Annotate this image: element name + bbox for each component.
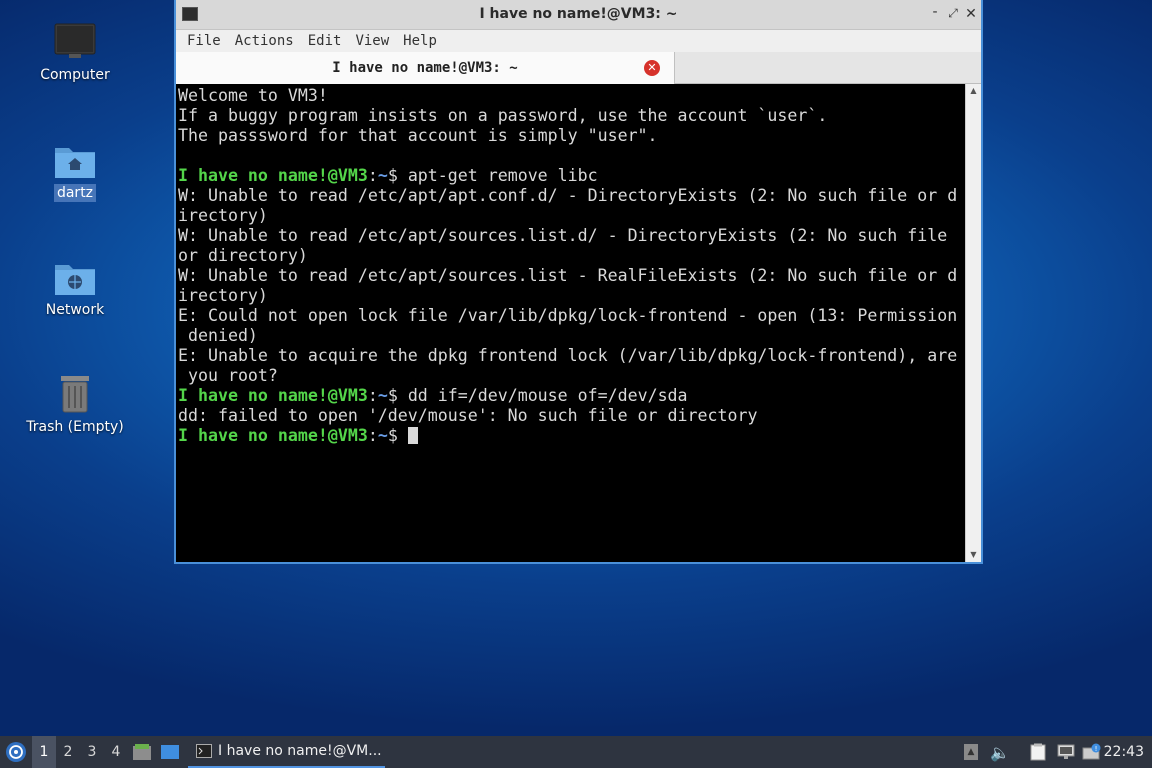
clipboard-button[interactable]: [1026, 736, 1050, 768]
desktop-icon-network[interactable]: Network: [20, 257, 130, 319]
prompt-path: ~: [377, 166, 388, 185]
taskbar: 1 2 3 4 I have no name!@VM... ▲ 🔈 ! 22:4…: [0, 736, 1152, 768]
desktop-icon-label: Network: [45, 302, 105, 318]
tab-close-icon[interactable]: ✕: [644, 60, 660, 76]
terminal-line: The passsword for that account is simply…: [178, 126, 658, 145]
terminal-line: irectory): [178, 206, 268, 225]
terminal-tab[interactable]: I have no name!@VM3: ~ ✕: [176, 52, 675, 84]
workspace-4[interactable]: 4: [104, 736, 128, 768]
terminal-line: W: Unable to read /etc/apt/sources.list …: [178, 266, 958, 285]
desktop-icon-computer[interactable]: Computer: [20, 22, 130, 84]
desktop-icon: [161, 745, 179, 759]
tab-label: I have no name!@VM3: ~: [332, 60, 518, 76]
menu-file[interactable]: File: [180, 33, 228, 49]
prompt-user: I have no name!@VM3: [178, 166, 368, 185]
show-desktop-launcher[interactable]: [156, 736, 184, 768]
prompt-separator: :: [367, 426, 378, 445]
file-manager-icon: [133, 744, 151, 760]
prompt-path: ~: [377, 386, 388, 405]
tray-expand-button[interactable]: ▲: [962, 736, 980, 768]
terminal-line: or directory): [178, 246, 308, 265]
app-menu-button[interactable]: [0, 736, 32, 768]
maximize-icon[interactable]: ⤢: [945, 6, 961, 21]
notifications-button[interactable]: !: [1080, 736, 1104, 768]
update-notifier-icon: !: [1082, 743, 1101, 760]
prompt-user: I have no name!@VM3: [178, 426, 368, 445]
terminal-line: E: Unable to acquire the dpkg frontend l…: [178, 346, 958, 365]
terminal-line: Welcome to VM3!: [178, 86, 328, 105]
prompt-dollar: $: [387, 426, 408, 445]
network-wired-icon: [1057, 744, 1075, 759]
terminal-line: If a buggy program insists on a password…: [178, 106, 828, 125]
terminal-output[interactable]: Welcome to VM3! If a buggy program insis…: [176, 84, 965, 562]
prompt-dollar: $: [387, 386, 408, 405]
svg-text:!: !: [1095, 745, 1098, 753]
prompt-path: ~: [377, 426, 388, 445]
menubar: File Actions Edit View Help: [176, 30, 981, 52]
tray-up-arrow-icon: ▲: [964, 744, 978, 760]
scroll-up-icon[interactable]: ▲: [966, 84, 981, 98]
terminal-line: irectory): [178, 286, 268, 305]
workspace-1[interactable]: 1: [32, 736, 56, 768]
workspace-2[interactable]: 2: [56, 736, 80, 768]
terminal-line: E: Could not open lock file /var/lib/dpk…: [178, 306, 958, 325]
clipboard-icon: [1030, 743, 1046, 761]
terminal-line: you root?: [178, 366, 278, 385]
minimize-icon[interactable]: ‐: [927, 4, 943, 20]
desktop-icon-label: Trash (Empty): [26, 419, 124, 435]
taskbar-window-button[interactable]: I have no name!@VM...: [188, 736, 385, 768]
trash-icon: [61, 376, 89, 413]
prompt-dollar: $: [387, 166, 408, 185]
network-button[interactable]: [1054, 736, 1078, 768]
desktop-icon-label: Computer: [40, 67, 110, 83]
command-text: apt-get remove libc: [407, 166, 598, 185]
lubuntu-logo-icon: [6, 742, 26, 762]
terminal-scrollbar[interactable]: ▲ ▼: [965, 84, 981, 562]
computer-icon: [54, 23, 96, 58]
menu-help[interactable]: Help: [396, 33, 444, 49]
volume-icon: 🔈: [990, 742, 1010, 762]
terminal-line: W: Unable to read /etc/apt/apt.conf.d/ -…: [178, 186, 958, 205]
terminal-line: denied): [178, 326, 258, 345]
menu-edit[interactable]: Edit: [301, 33, 349, 49]
terminal-window[interactable]: I have no name!@VM3: ~ ‐ ⤢ ✕ File Action…: [174, 0, 983, 564]
scroll-down-icon[interactable]: ▼: [966, 548, 981, 562]
terminal-icon: [196, 744, 212, 758]
desktop-icon-trash[interactable]: Trash (Empty): [20, 372, 130, 436]
close-icon[interactable]: ✕: [963, 6, 979, 22]
prompt-separator: :: [367, 386, 378, 405]
window-titlebar[interactable]: I have no name!@VM3: ~ ‐ ⤢ ✕: [176, 0, 981, 30]
prompt-user: I have no name!@VM3: [178, 386, 368, 405]
menu-actions[interactable]: Actions: [228, 33, 301, 49]
desktop-icon-home-folder[interactable]: dartz: [20, 140, 130, 202]
window-title: I have no name!@VM3: ~: [479, 6, 678, 22]
command-text: dd if=/dev/mouse of=/dev/sda: [407, 386, 688, 405]
terminal-line: W: Unable to read /etc/apt/sources.list.…: [178, 226, 948, 245]
terminal-cursor: [407, 427, 418, 444]
taskbar-window-label: I have no name!@VM...: [218, 743, 382, 759]
volume-button[interactable]: 🔈: [988, 736, 1012, 768]
workspace-3[interactable]: 3: [80, 736, 104, 768]
tab-bar: I have no name!@VM3: ~ ✕: [176, 52, 981, 84]
menu-view[interactable]: View: [348, 33, 396, 49]
clock[interactable]: 22:43: [1104, 736, 1144, 768]
desktop-icon-label: dartz: [53, 184, 97, 202]
network-folder-icon: [55, 265, 95, 295]
prompt-separator: :: [367, 166, 378, 185]
terminal-line: dd: failed to open '/dev/mouse': No such…: [178, 406, 758, 425]
home-folder-icon: [55, 148, 95, 178]
file-manager-launcher[interactable]: [128, 736, 156, 768]
